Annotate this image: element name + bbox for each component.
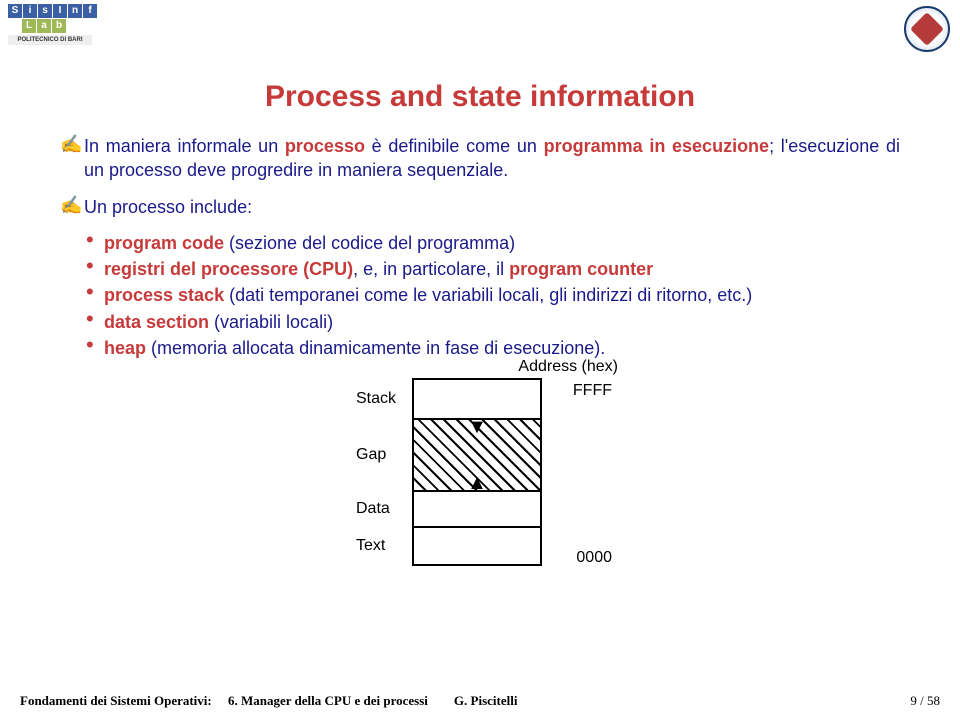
content: ✍ In maniera informale un processo è def… xyxy=(0,114,960,566)
segment-stack: Stack xyxy=(414,380,540,420)
term-process-stack: process stack xyxy=(104,285,224,305)
footer-chapter: 6. Manager della CPU e dei processi xyxy=(228,693,428,708)
page-title: Process and state information xyxy=(0,80,960,114)
term-registri: registri del processore (CPU) xyxy=(104,259,353,279)
label-gap: Gap xyxy=(356,445,386,467)
address-top: FFFF xyxy=(573,380,612,402)
include-list: program code (sezione del codice del pro… xyxy=(84,231,900,360)
address-bottom: 0000 xyxy=(576,547,612,569)
label-data: Data xyxy=(356,499,390,521)
header: SisInf Lab POLITECNICO DI BARI xyxy=(0,0,960,60)
address-label: Address (hex) xyxy=(518,356,618,378)
text: In maniera informale un xyxy=(84,136,285,156)
list-item: program code (sezione del codice del pro… xyxy=(84,231,900,255)
term-program-code: program code xyxy=(104,233,224,253)
memory-diagram: Address (hex) FFFF Stack ▼ Gap ▲ Data Te… xyxy=(350,378,610,566)
logo-politecnico-icon xyxy=(904,6,950,52)
segment-text: Text xyxy=(414,528,540,564)
list-item: registri del processore (CPU), e, in par… xyxy=(84,257,900,281)
text: (variabili locali) xyxy=(214,312,333,332)
term-program-counter: program counter xyxy=(509,259,653,279)
logo-subtext: POLITECNICO DI BARI xyxy=(8,35,92,45)
footer: Fondamenti dei Sistemi Operativi: 6. Man… xyxy=(0,693,960,709)
list-item: data section (variabili locali) xyxy=(84,310,900,334)
arrow-up-icon: ▲ xyxy=(467,473,487,493)
list-item: process stack (dati temporanei come le v… xyxy=(84,283,900,307)
paragraph-1: ✍ In maniera informale un processo è def… xyxy=(60,134,900,183)
text: (memoria allocata dinamicamente in fase … xyxy=(146,338,605,358)
logo-sisinf: SisInf Lab POLITECNICO DI BARI xyxy=(8,4,98,54)
text: è definibile come un xyxy=(365,136,544,156)
text: Un processo include: xyxy=(84,195,900,219)
footer-page: 9 / 58 xyxy=(910,693,940,709)
segment-gap: ▼ Gap ▲ xyxy=(414,420,540,492)
term-heap: heap xyxy=(104,338,146,358)
arrow-down-icon: ▼ xyxy=(467,417,487,437)
memory-layout: Stack ▼ Gap ▲ Data Text xyxy=(412,378,542,566)
label-text: Text xyxy=(356,536,385,558)
footer-course: Fondamenti dei Sistemi Operativi: xyxy=(20,693,212,708)
list-item: heap (memoria allocata dinamicamente in … xyxy=(84,336,900,360)
paragraph-2: ✍ Un processo include: xyxy=(60,195,900,219)
hand-pointer-icon: ✍ xyxy=(60,134,84,183)
term-processo: processo xyxy=(285,136,365,156)
term-data-section: data section xyxy=(104,312,214,332)
text: , e, in particolare, il xyxy=(353,259,509,279)
text: (dati temporanei come le variabili local… xyxy=(224,285,752,305)
text: (sezione del codice del programma) xyxy=(224,233,515,253)
hand-pointer-icon: ✍ xyxy=(60,195,84,219)
label-stack: Stack xyxy=(356,389,396,411)
term-programma: programma in esecuzione xyxy=(544,136,769,156)
footer-author: G. Piscitelli xyxy=(454,693,518,708)
segment-data: Data xyxy=(414,492,540,528)
footer-left: Fondamenti dei Sistemi Operativi: 6. Man… xyxy=(20,693,517,709)
